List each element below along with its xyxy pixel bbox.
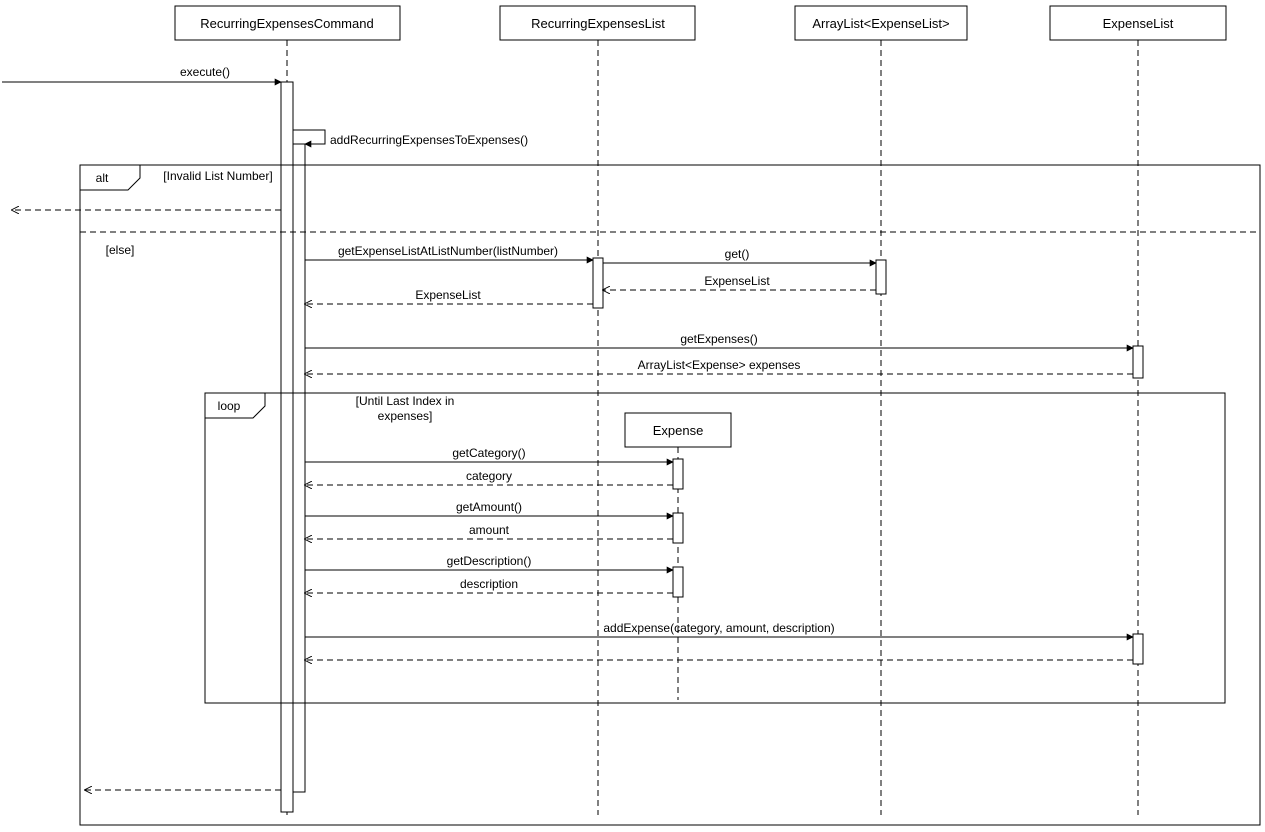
alt-fragment (80, 165, 1260, 825)
fragment-tag-label: alt (96, 171, 109, 185)
message-self-call (293, 130, 325, 144)
participant-label: RecurringExpensesCommand (200, 16, 373, 31)
participant-expense: Expense (625, 413, 731, 447)
message-label: amount (469, 523, 510, 537)
message-label: getExpenseListAtListNumber(listNumber) (338, 244, 558, 258)
message-label: ExpenseList (704, 274, 770, 288)
participant-expense-list: ExpenseList (1050, 6, 1226, 40)
fragment-guard-line2: expenses] (378, 409, 433, 423)
message-label: ArrayList<Expense> expenses (638, 358, 801, 372)
participant-recurring-expenses-command: RecurringExpensesCommand (175, 6, 400, 40)
participant-recurring-expenses-list: RecurringExpensesList (500, 6, 695, 40)
activation-bar (876, 260, 886, 294)
message-label: getDescription() (447, 554, 532, 568)
activation-bar (673, 513, 683, 543)
message-label: getExpenses() (680, 332, 757, 346)
activation-bar (673, 567, 683, 597)
activation-bar (673, 459, 683, 489)
fragment-tag-label: loop (218, 399, 241, 413)
activation-bar (293, 144, 305, 792)
fragment-guard-line1: [Until Last Index in (356, 394, 455, 408)
message-label: getAmount() (456, 500, 522, 514)
sequence-diagram: RecurringExpensesCommand RecurringExpens… (0, 0, 1265, 832)
message-label: execute() (180, 65, 230, 79)
activation-bar (593, 258, 603, 308)
activation-bar (1133, 346, 1143, 378)
participant-arraylist-expenselist: ArrayList<ExpenseList> (795, 6, 967, 40)
message-label: category (466, 469, 512, 483)
fragment-guard: [else] (106, 243, 135, 257)
message-label: addRecurringExpensesToExpenses() (330, 133, 528, 147)
participant-label: RecurringExpensesList (531, 16, 665, 31)
message-label: get() (725, 247, 750, 261)
fragment-guard: [Invalid List Number] (163, 169, 272, 183)
message-label: getCategory() (452, 446, 525, 460)
activation-bar (1133, 634, 1143, 664)
participant-label: ArrayList<ExpenseList> (812, 16, 949, 31)
message-label: ExpenseList (415, 288, 481, 302)
participant-label: Expense (653, 423, 704, 438)
message-label: addExpense(category, amount, description… (603, 621, 834, 635)
message-label: description (460, 577, 518, 591)
participant-label: ExpenseList (1103, 16, 1174, 31)
fragment-tag (80, 165, 140, 190)
